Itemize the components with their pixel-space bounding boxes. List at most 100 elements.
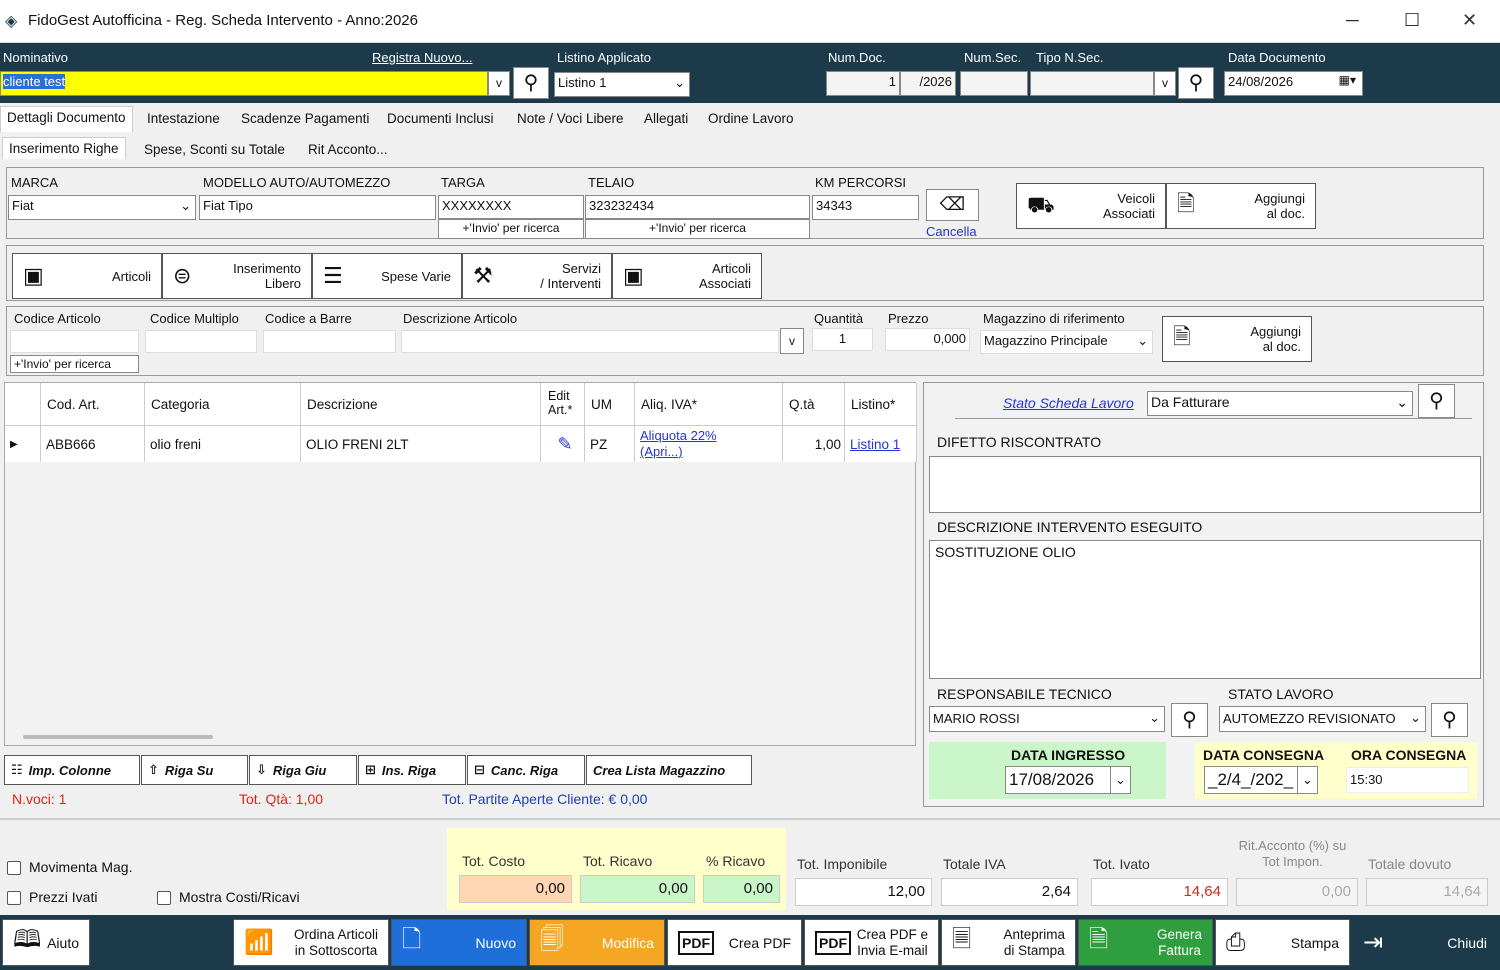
- search-icon[interactable]: ⚲: [1431, 703, 1468, 737]
- grid-header[interactable]: Edit Art.*: [541, 383, 585, 425]
- prezzo-input[interactable]: 0,000: [885, 328, 970, 351]
- crea-pdf-button[interactable]: PDF Crea PDF: [667, 919, 802, 966]
- grid-header[interactable]: UM: [585, 383, 635, 425]
- tab-scadenze[interactable]: Scadenze Pagamenti: [235, 108, 375, 129]
- grid-header[interactable]: Q.tà: [783, 383, 845, 425]
- close-button[interactable]: ✕: [1462, 10, 1477, 31]
- servizi-interventi-button[interactable]: ⚒ Servizi / Interventi: [462, 253, 612, 299]
- tiponsec-dropdown[interactable]: v: [1154, 71, 1176, 96]
- cell-listino-link[interactable]: Listino 1: [845, 426, 917, 462]
- tab-allegati[interactable]: Allegati: [638, 108, 694, 129]
- numsec-input[interactable]: [960, 71, 1028, 96]
- stato-lavoro-select[interactable]: AUTOMEZZO REVISIONATO ⌄: [1219, 706, 1426, 732]
- anteprima-stampa-button[interactable]: 🗏 Anteprima di Stampa: [941, 919, 1076, 966]
- backspace-icon[interactable]: ⌫: [926, 189, 979, 221]
- data-ingresso-input[interactable]: 17/08/2026 ⌄: [1005, 766, 1131, 794]
- inserimento-libero-button[interactable]: ⊜ Inserimento Libero: [162, 253, 312, 299]
- riga-su-button[interactable]: ⇧ Riga Su: [141, 755, 248, 785]
- crea-lista-magazzino-button[interactable]: Crea Lista Magazzino: [586, 755, 752, 785]
- difetto-textarea[interactable]: [929, 456, 1481, 513]
- registra-nuovo-link[interactable]: Registra Nuovo...: [372, 50, 472, 65]
- grid-header[interactable]: Categoria: [145, 383, 301, 425]
- listino-select[interactable]: Listino 1 ⌄: [554, 72, 690, 97]
- km-label: KM PERCORSI: [815, 175, 907, 190]
- grid-header[interactable]: Aliq. IVA*: [635, 383, 783, 425]
- codice-multiplo-input[interactable]: [145, 330, 257, 353]
- stato-scheda-select[interactable]: Da Fatturare ⌄: [1147, 391, 1413, 416]
- ins-riga-button[interactable]: ⊞ Ins. Riga: [358, 755, 466, 785]
- tab-note[interactable]: Note / Voci Libere: [511, 108, 630, 129]
- cell-um[interactable]: PZ: [585, 426, 635, 462]
- subtab-spese[interactable]: Spese, Sconti su Totale: [138, 139, 291, 160]
- horizontal-scrollbar[interactable]: [23, 735, 213, 739]
- modello-input[interactable]: Fiat Tipo: [199, 195, 436, 220]
- targa-input[interactable]: XXXXXXXX: [438, 195, 584, 219]
- chiudi-button[interactable]: ⇥ Chiudi: [1352, 919, 1498, 966]
- articoli-associati-button[interactable]: ▣ Articoli Associati: [612, 253, 762, 299]
- grid-header[interactable]: Listino*: [845, 383, 917, 425]
- nominativo-dropdown[interactable]: v: [488, 71, 510, 96]
- filter-icon: ⊜: [173, 263, 192, 288]
- ora-consegna-input[interactable]: 15:30: [1346, 767, 1469, 793]
- subtab-inserimento[interactable]: Inserimento Righe: [2, 137, 126, 159]
- magazzino-select[interactable]: Magazzino Principale ⌄: [980, 330, 1153, 354]
- canc-riga-button[interactable]: ⊟ Canc. Riga: [467, 755, 585, 785]
- cell-iva-link[interactable]: Aliquota 22% (Apri...): [635, 426, 783, 462]
- grid-header[interactable]: Cod. Art.: [41, 383, 145, 425]
- veicoli-associati-button[interactable]: ⛟ Veicoli Associati: [1016, 183, 1166, 229]
- aiuto-button[interactable]: 🕮 Aiuto: [2, 919, 90, 966]
- stampa-button[interactable]: ⎙ Stampa: [1215, 919, 1350, 966]
- ordina-articoli-button[interactable]: 📶 Ordina Articoli in Sottoscorta: [233, 919, 389, 966]
- grid-header[interactable]: Descrizione: [301, 383, 541, 425]
- crea-pdf-email-button[interactable]: PDF Crea PDF e Invia E-mail: [804, 919, 939, 966]
- data-consegna-input[interactable]: _2/4_/202_ ⌄: [1204, 766, 1318, 794]
- tab-documenti-inclusi[interactable]: Documenti Inclusi: [381, 108, 500, 129]
- spese-varie-button[interactable]: ☰ Spese Varie: [312, 253, 462, 299]
- aggiungi-doc-button[interactable]: 🗎 Aggiungi al doc.: [1166, 183, 1316, 229]
- descrizione-dropdown[interactable]: v: [780, 328, 804, 354]
- nuovo-button[interactable]: 🗋 Nuovo: [391, 919, 527, 966]
- tab-dettagli[interactable]: Dettagli Documento: [0, 106, 133, 132]
- maximize-button[interactable]: ☐: [1404, 10, 1420, 31]
- numdoc-input[interactable]: 1: [826, 71, 900, 96]
- mostra-costi-checkbox[interactable]: Mostra Costi/Ricavi: [157, 889, 300, 906]
- tiponsec-input[interactable]: [1030, 71, 1154, 96]
- cell-cod[interactable]: ABB666: [41, 426, 145, 462]
- responsabile-select[interactable]: MARIO ROSSI ⌄: [929, 706, 1165, 732]
- km-input[interactable]: 34343: [812, 195, 919, 220]
- cancella-link[interactable]: Cancella: [926, 224, 977, 239]
- data-documento-input[interactable]: 24/08/2026 ▦▾: [1224, 71, 1363, 96]
- table-row[interactable]: ▶ ABB666 olio freni OLIO FRENI 2LT ✎ PZ …: [5, 425, 917, 462]
- stato-scheda-link[interactable]: Stato Scheda Lavoro: [1003, 395, 1134, 411]
- minimize-button[interactable]: ─: [1346, 10, 1359, 31]
- subtab-rit-acconto[interactable]: Rit Acconto...: [302, 139, 394, 160]
- quantita-input[interactable]: 1: [812, 328, 873, 351]
- search-icon[interactable]: ⚲: [513, 67, 549, 99]
- codice-articolo-label: Codice Articolo: [14, 311, 101, 326]
- cell-categoria[interactable]: olio freni: [145, 426, 301, 462]
- tab-intestazione[interactable]: Intestazione: [141, 108, 226, 129]
- cell-descrizione[interactable]: OLIO FRENI 2LT: [301, 426, 541, 462]
- cell-qta[interactable]: 1,00: [783, 426, 845, 462]
- genera-fattura-button[interactable]: 🗎 Genera Fattura: [1078, 919, 1213, 966]
- search-icon[interactable]: ⚲: [1418, 384, 1455, 418]
- aggiungi-articolo-button[interactable]: 🗎 Aggiungi al doc.: [1162, 316, 1312, 362]
- search-icon[interactable]: ⚲: [1178, 67, 1214, 99]
- edit-article-icon[interactable]: ✎: [541, 426, 585, 462]
- riga-giu-button[interactable]: ⇩ Riga Giu: [249, 755, 357, 785]
- prezzi-ivati-checkbox[interactable]: Prezzi Ivati: [7, 889, 97, 906]
- search-icon[interactable]: ⚲: [1171, 703, 1208, 737]
- telaio-input[interactable]: 323232434: [585, 195, 810, 219]
- descrizione-articolo-input[interactable]: [401, 330, 779, 353]
- marca-select[interactable]: Fiat ⌄: [8, 195, 196, 220]
- tab-ordine-lavoro[interactable]: Ordine Lavoro: [702, 108, 800, 129]
- descrizione-intervento-textarea[interactable]: SOSTITUZIONE OLIO: [929, 540, 1481, 679]
- codice-articolo-input[interactable]: [10, 330, 139, 353]
- movimenta-mag-checkbox[interactable]: Movimenta Mag.: [7, 859, 132, 876]
- articoli-button[interactable]: ▣ Articoli: [12, 253, 162, 299]
- nominativo-input[interactable]: cliente test: [0, 71, 488, 96]
- row-selector-icon[interactable]: ▶: [5, 426, 41, 462]
- codice-barre-input[interactable]: [263, 330, 396, 353]
- modifica-button[interactable]: 🗐 Modifica: [529, 919, 665, 966]
- imp-colonne-button[interactable]: ☷ Imp. Colonne: [4, 755, 140, 785]
